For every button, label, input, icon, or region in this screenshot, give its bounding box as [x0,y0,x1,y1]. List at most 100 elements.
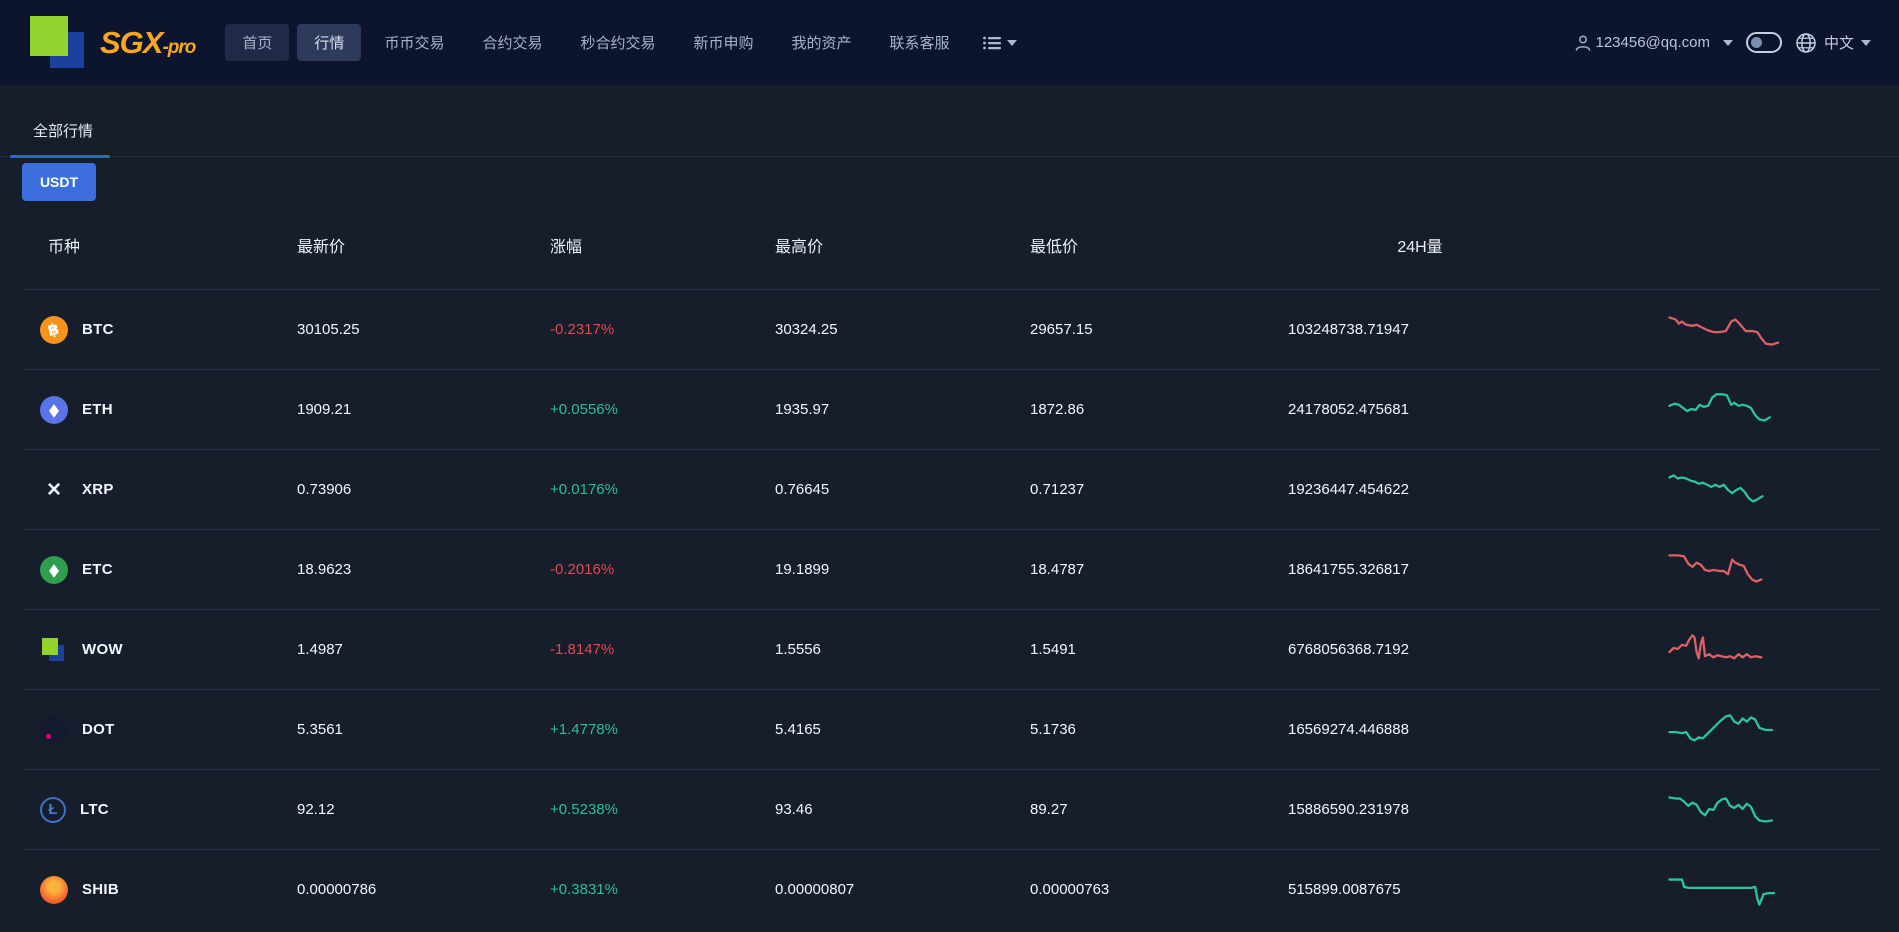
table-row-wow[interactable]: WOW 1.4987 -1.8147% 1.5556 1.5491 676805… [25,609,1879,689]
active-tab-indicator [10,155,110,158]
shib-coin-icon [40,876,68,904]
table-row-eth[interactable]: ◆ ETH 1909.21 +0.0556% 1935.97 1872.86 2… [25,369,1879,449]
volume-24h: 515899.0087675 [1280,881,1560,898]
coin-cell: ◆ ETH [25,396,280,424]
nav-item-new-coin[interactable]: 新币申购 [676,24,770,61]
header-coin: 币种 [25,233,280,257]
language-selector[interactable]: 中文 [1795,32,1871,54]
table-row-btc[interactable]: ฿ BTC 30105.25 -0.2317% 30324.25 29657.1… [25,289,1879,369]
latest-price: 1909.21 [280,401,540,418]
btc-coin-icon: ฿ [40,316,68,344]
theme-toggle[interactable] [1746,32,1782,53]
tab-all-markets[interactable]: 全部行情 [33,120,93,141]
header-low: 最低价 [1020,233,1280,257]
header-volume: 24H量 [1280,233,1560,257]
eth-coin-icon: ◆ [40,396,68,424]
volume-24h: 15886590.231978 [1280,801,1560,818]
brand-logo[interactable]: SGX-pro [28,14,195,72]
table-row-shib[interactable]: SHIB 0.00000786 +0.3831% 0.00000807 0.00… [25,849,1879,929]
usdt-filter-button[interactable]: USDT [22,163,96,201]
sparkline-chart [1560,387,1879,433]
nav-item-second-contract[interactable]: 秒合约交易 [563,24,672,61]
coin-cell: ฿ BTC [25,316,280,344]
latest-price: 0.73906 [280,481,540,498]
sparkline [1669,317,1778,344]
coin-symbol: ETC [82,561,113,578]
brand-name: SGX-pro [100,25,195,61]
high-price: 1.5556 [765,641,1020,658]
nav-item-assets[interactable]: 我的资产 [775,24,869,61]
sparkline [1669,635,1761,658]
xrp-coin-icon: × [40,476,68,504]
sparkline [1669,394,1769,420]
account-menu[interactable]: 123456@qq.com [1574,34,1710,52]
ltc-coin-icon: Ł [40,797,66,823]
nav-item-home[interactable]: 首页 [225,24,289,61]
sparkline-chart [1560,467,1879,513]
more-menu-button[interactable] [983,36,1017,50]
latest-price: 18.9623 [280,561,540,578]
high-price: 0.76645 [765,481,1020,498]
sparkline [1669,797,1771,821]
high-price: 93.46 [765,801,1020,818]
coin-symbol: XRP [82,481,114,498]
coin-cell: ◆ ETC [25,556,280,584]
sparkline-svg [1665,787,1791,833]
table-row-etc[interactable]: ◆ ETC 18.9623 -0.2016% 19.1899 18.4787 1… [25,529,1879,609]
user-email: 123456@qq.com [1596,34,1710,51]
market-tabbar: 全部行情 [0,85,1899,157]
toggle-knob [1751,37,1762,48]
header-high: 最高价 [765,233,1020,257]
coin-symbol: DOT [82,721,115,738]
change-percent: -1.8147% [540,641,765,658]
low-price: 29657.15 [1020,321,1280,338]
nav-item-markets[interactable]: 行情 [297,24,361,61]
coin-symbol: WOW [82,641,123,658]
low-price: 18.4787 [1020,561,1280,578]
account-caret-icon[interactable] [1723,40,1733,46]
language-label: 中文 [1824,32,1854,53]
change-percent: +0.5238% [540,801,765,818]
globe-icon [1795,32,1817,54]
volume-24h: 16569274.446888 [1280,721,1560,738]
volume-24h: 24178052.475681 [1280,401,1560,418]
sparkline-svg [1665,307,1791,353]
brand-logo-icon [28,14,86,72]
table-header-row: 币种 最新价 涨幅 最高价 最低价 24H量 [25,201,1879,289]
change-percent: +0.0176% [540,481,765,498]
nav-item-spot-trade[interactable]: 币币交易 [367,24,461,61]
high-price: 30324.25 [765,321,1020,338]
navbar-right: 123456@qq.com 中文 [1574,32,1872,54]
header-change: 涨幅 [540,233,765,257]
sparkline-chart [1560,707,1879,753]
change-percent: +0.0556% [540,401,765,418]
low-price: 0.00000763 [1020,881,1280,898]
caret-down-icon [1007,40,1017,46]
coin-symbol: ETH [82,401,113,418]
table-row-dot[interactable]: DOT 5.3561 +1.4778% 5.4165 5.1736 165692… [25,689,1879,769]
sparkline [1669,879,1774,904]
low-price: 1872.86 [1020,401,1280,418]
sparkline [1669,475,1762,501]
sparkline [1669,555,1761,581]
nav-item-support[interactable]: 联系客服 [873,24,967,61]
low-price: 5.1736 [1020,721,1280,738]
high-price: 19.1899 [765,561,1020,578]
sparkline-chart [1560,627,1879,673]
high-price: 5.4165 [765,721,1020,738]
latest-price: 5.3561 [280,721,540,738]
coin-cell: WOW [25,636,280,664]
person-icon [1574,34,1592,52]
table-row-ltc[interactable]: Ł LTC 92.12 +0.5238% 93.46 89.27 1588659… [25,769,1879,849]
coin-cell: × XRP [25,476,280,504]
sparkline-chart [1560,547,1879,593]
main-nav: 首页 行情 币币交易 合约交易 秒合约交易 新币申购 我的资产 联系客服 [221,24,1016,61]
nav-item-contract-trade[interactable]: 合约交易 [465,24,559,61]
top-navbar: SGX-pro 首页 行情 币币交易 合约交易 秒合约交易 新币申购 我的资产 … [0,0,1899,85]
dot-coin-icon [40,716,68,744]
sparkline-chart [1560,787,1879,833]
coin-cell: DOT [25,716,280,744]
sparkline-chart [1560,307,1879,353]
table-row-xrp[interactable]: × XRP 0.73906 +0.0176% 0.76645 0.71237 1… [25,449,1879,529]
latest-price: 92.12 [280,801,540,818]
